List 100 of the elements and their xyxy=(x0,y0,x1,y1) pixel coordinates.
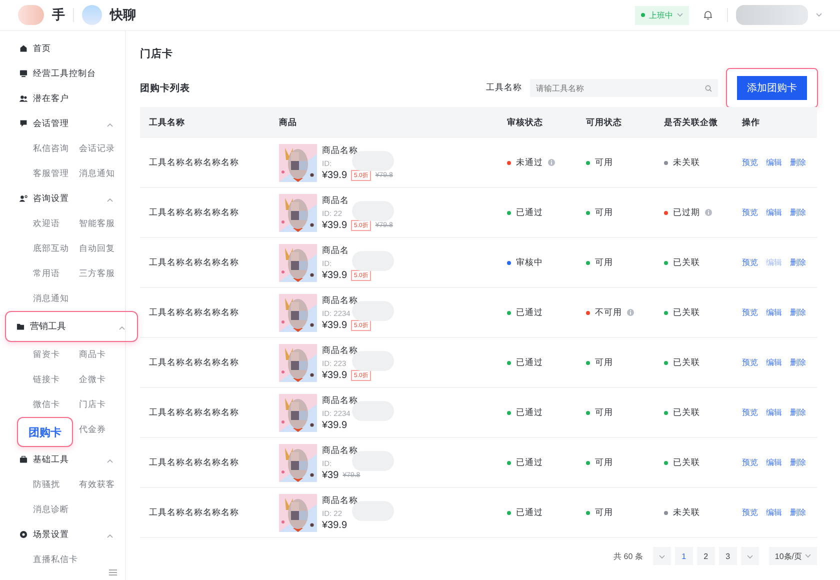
chevron-icon xyxy=(107,458,113,462)
action-link[interactable]: 编辑 xyxy=(766,357,782,368)
total-count: 共 60 条 xyxy=(614,550,643,562)
page-button[interactable]: 3 xyxy=(718,547,737,565)
collapse-menu-icon[interactable] xyxy=(109,569,117,576)
section-icon xyxy=(19,44,28,53)
status-text: 可用 xyxy=(595,356,613,368)
status-text: 已通过 xyxy=(516,506,543,518)
column-header: 工具名称 xyxy=(140,107,270,138)
page-button[interactable]: 2 xyxy=(696,547,715,565)
sidebar-item[interactable]: 三方客服 xyxy=(79,261,129,286)
sidebar-item[interactable]: 直播私信卡 xyxy=(33,547,79,572)
section-icon xyxy=(19,455,28,464)
page-size-dropdown[interactable]: 10条/页 xyxy=(768,547,817,565)
status-text: 未关联 xyxy=(673,156,700,168)
section-icon xyxy=(16,322,25,331)
search-field[interactable]: 请输工具名称 xyxy=(530,79,718,97)
price: ¥39.9 xyxy=(322,220,348,230)
sidebar-item[interactable]: 消息诊断 xyxy=(33,497,79,522)
action-link[interactable]: 删除 xyxy=(790,407,806,418)
sidebar-section[interactable]: 咨询设置 xyxy=(0,186,125,211)
sidebar-section[interactable]: 潜在客户 xyxy=(0,86,125,111)
sidebar-section[interactable]: 基础工具 xyxy=(0,447,125,472)
status-text: 不可用 xyxy=(595,306,622,318)
sidebar-section[interactable]: 会话管理 xyxy=(0,111,125,136)
add-button[interactable]: 添加团购卡 xyxy=(737,76,807,100)
sidebar-item[interactable]: 消息通知 xyxy=(79,161,129,186)
price: ¥39.9 xyxy=(322,370,348,380)
chevron-icon xyxy=(107,198,113,202)
sidebar-item[interactable]: 私信咨询 xyxy=(33,136,79,161)
sidebar-item[interactable]: 防骚扰 xyxy=(33,472,79,497)
status-text: 已过期 xyxy=(673,206,700,218)
action-link[interactable]: 预览 xyxy=(742,307,758,318)
product-name: 商品名 xyxy=(322,194,350,206)
sidebar-item[interactable]: 微信卡 xyxy=(33,392,79,417)
action-link[interactable]: 编辑 xyxy=(766,407,782,418)
prev-page-button[interactable] xyxy=(652,547,671,565)
sidebar-item[interactable]: 有效获客 xyxy=(79,472,129,497)
sidebar-item[interactable]: 自动回复 xyxy=(79,236,129,261)
action-link[interactable]: 预览 xyxy=(742,507,758,518)
notification-bell-icon[interactable] xyxy=(703,10,713,20)
page-title: 门店卡 xyxy=(140,47,174,61)
caret-icon xyxy=(816,13,822,17)
table-cell: 工具名称名称名称名称 xyxy=(140,138,270,188)
action-link[interactable]: 编辑 xyxy=(766,457,782,468)
action-link[interactable]: 预览 xyxy=(742,257,758,268)
column-header: 审核状态 xyxy=(498,107,577,138)
sidebar-section[interactable]: 首页 xyxy=(0,36,125,61)
action-link[interactable]: 删除 xyxy=(790,157,806,168)
sidebar-item[interactable]: 商品卡 xyxy=(79,342,129,367)
column-header: 操作 xyxy=(733,107,817,138)
table-cell: 工具名称名称名称名称 xyxy=(140,388,270,438)
product-name: 商品名 xyxy=(322,244,350,256)
sidebar-section[interactable]: 场景设置 xyxy=(0,522,125,547)
app-name: 快聊 xyxy=(110,6,136,24)
action-link[interactable]: 预览 xyxy=(742,207,758,218)
action-link[interactable]: 删除 xyxy=(790,507,806,518)
sidebar-item[interactable]: 会话记录 xyxy=(79,136,129,161)
sidebar-item[interactable]: 客服管理 xyxy=(33,161,79,186)
action-link[interactable]: 删除 xyxy=(790,257,806,268)
sidebar-item[interactable]: 留资卡 xyxy=(33,342,79,367)
sidebar-item[interactable]: 常用语 xyxy=(33,261,79,286)
sidebar-section[interactable]: 营销工具 xyxy=(5,311,138,342)
action-link[interactable]: 编辑 xyxy=(766,307,782,318)
status-text: 可用 xyxy=(595,156,613,168)
sidebar-item[interactable]: 企微卡 xyxy=(79,367,129,392)
action-link[interactable]: 编辑 xyxy=(766,207,782,218)
action-link[interactable]: 删除 xyxy=(790,457,806,468)
action-link[interactable]: 删除 xyxy=(790,357,806,368)
sidebar-item[interactable]: 消息通知 xyxy=(33,286,79,311)
table-cell: 工具名称名称名称名称 xyxy=(140,338,270,388)
sidebar-item[interactable]: 底部互动 xyxy=(33,236,79,261)
status-text: 已关联 xyxy=(673,456,700,468)
next-page-button[interactable] xyxy=(740,547,759,565)
action-link[interactable]: 编辑 xyxy=(766,507,782,518)
action-link[interactable]: 删除 xyxy=(790,207,806,218)
sidebar-section[interactable]: 经营工具控制台 xyxy=(0,61,125,86)
action-link[interactable]: 预览 xyxy=(742,407,758,418)
sidebar-item[interactable]: 欢迎语 xyxy=(33,211,79,236)
table-cell: 工具名称名称名称名称 xyxy=(140,188,270,238)
sidebar-item[interactable]: 链接卡 xyxy=(33,367,79,392)
work-status-dropdown[interactable]: 上班中 xyxy=(635,6,689,24)
user-avatar[interactable] xyxy=(736,5,808,25)
status-text: 已关联 xyxy=(673,356,700,368)
action-link[interactable]: 预览 xyxy=(742,457,758,468)
sidebar-item[interactable]: 代金券 xyxy=(79,417,129,442)
sidebar-item[interactable]: 团购卡 xyxy=(17,417,73,447)
status-text: 已关联 xyxy=(673,256,700,268)
action-link[interactable]: 编辑 xyxy=(766,157,782,168)
section-icon xyxy=(19,69,28,78)
page-button[interactable]: 1 xyxy=(674,547,693,565)
search-icon xyxy=(705,84,712,92)
action-link[interactable]: 删除 xyxy=(790,307,806,318)
action-link[interactable]: 预览 xyxy=(742,357,758,368)
sidebar-item[interactable]: 智能客服 xyxy=(79,211,129,236)
chevron-icon xyxy=(107,122,113,126)
search-label: 工具名称 xyxy=(486,82,522,94)
status-text: 已关联 xyxy=(673,406,700,418)
sidebar-item[interactable]: 门店卡 xyxy=(79,392,129,417)
action-link[interactable]: 预览 xyxy=(742,157,758,168)
